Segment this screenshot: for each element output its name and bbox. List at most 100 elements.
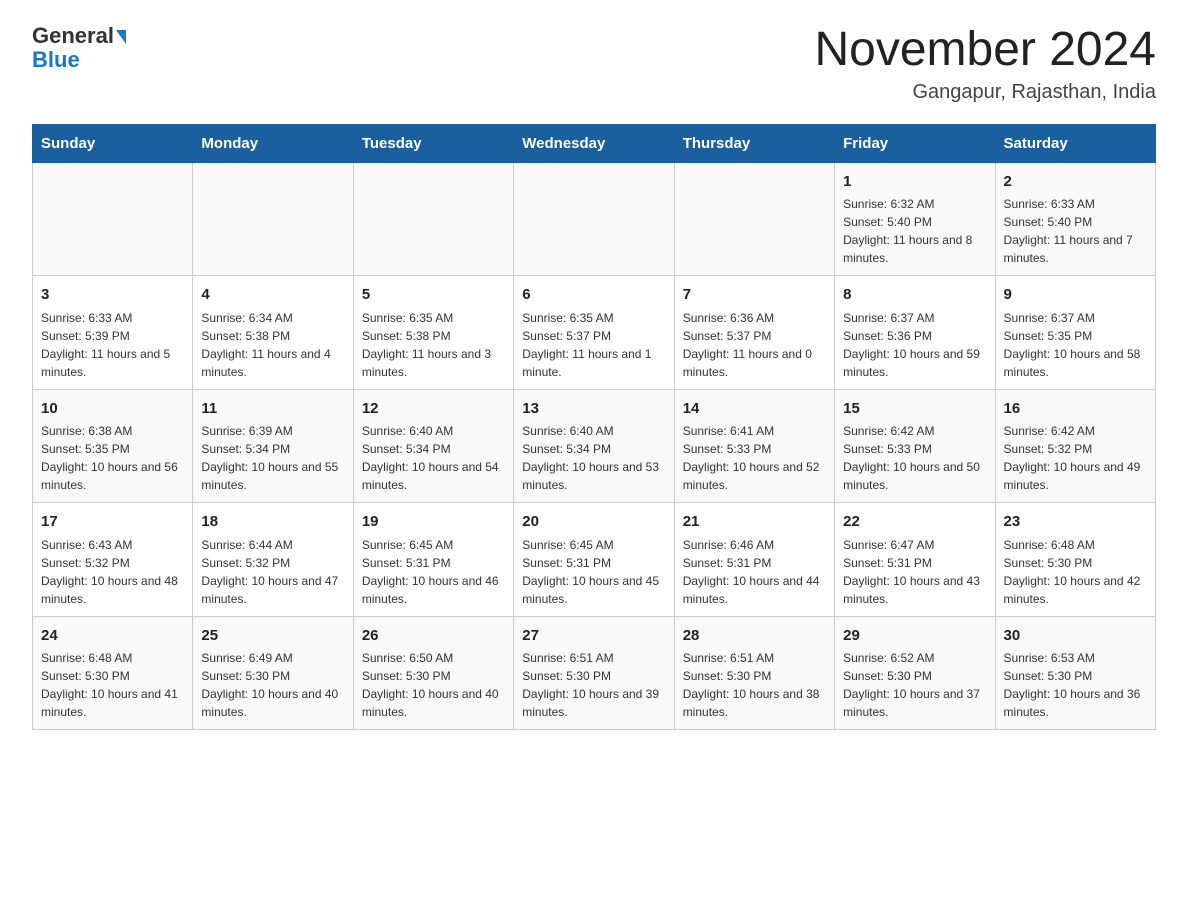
calendar-cell bbox=[674, 162, 834, 276]
calendar-cell: 22Sunrise: 6:47 AM Sunset: 5:31 PM Dayli… bbox=[835, 503, 995, 617]
page-header: General Blue November 2024 Gangapur, Raj… bbox=[32, 24, 1156, 104]
day-number: 30 bbox=[1004, 625, 1147, 648]
day-info: Sunrise: 6:44 AM Sunset: 5:32 PM Dayligh… bbox=[201, 536, 344, 608]
day-info: Sunrise: 6:50 AM Sunset: 5:30 PM Dayligh… bbox=[362, 649, 505, 721]
calendar-cell: 19Sunrise: 6:45 AM Sunset: 5:31 PM Dayli… bbox=[353, 503, 513, 617]
day-info: Sunrise: 6:48 AM Sunset: 5:30 PM Dayligh… bbox=[41, 649, 184, 721]
calendar-cell: 6Sunrise: 6:35 AM Sunset: 5:37 PM Daylig… bbox=[514, 276, 674, 390]
day-info: Sunrise: 6:32 AM Sunset: 5:40 PM Dayligh… bbox=[843, 195, 986, 267]
calendar-cell: 15Sunrise: 6:42 AM Sunset: 5:33 PM Dayli… bbox=[835, 389, 995, 503]
calendar-week-row: 17Sunrise: 6:43 AM Sunset: 5:32 PM Dayli… bbox=[33, 503, 1156, 617]
weekday-header-monday: Monday bbox=[193, 124, 353, 162]
day-info: Sunrise: 6:40 AM Sunset: 5:34 PM Dayligh… bbox=[362, 422, 505, 494]
day-number: 13 bbox=[522, 398, 665, 421]
day-info: Sunrise: 6:42 AM Sunset: 5:32 PM Dayligh… bbox=[1004, 422, 1147, 494]
weekday-header-sunday: Sunday bbox=[33, 124, 193, 162]
logo-text: General bbox=[32, 24, 126, 48]
calendar-week-row: 3Sunrise: 6:33 AM Sunset: 5:39 PM Daylig… bbox=[33, 276, 1156, 390]
day-info: Sunrise: 6:51 AM Sunset: 5:30 PM Dayligh… bbox=[683, 649, 826, 721]
day-info: Sunrise: 6:42 AM Sunset: 5:33 PM Dayligh… bbox=[843, 422, 986, 494]
weekday-header-row: SundayMondayTuesdayWednesdayThursdayFrid… bbox=[33, 124, 1156, 162]
calendar-cell: 20Sunrise: 6:45 AM Sunset: 5:31 PM Dayli… bbox=[514, 503, 674, 617]
weekday-header-wednesday: Wednesday bbox=[514, 124, 674, 162]
day-info: Sunrise: 6:33 AM Sunset: 5:39 PM Dayligh… bbox=[41, 309, 184, 381]
calendar-cell: 11Sunrise: 6:39 AM Sunset: 5:34 PM Dayli… bbox=[193, 389, 353, 503]
day-number: 23 bbox=[1004, 511, 1147, 534]
day-info: Sunrise: 6:37 AM Sunset: 5:35 PM Dayligh… bbox=[1004, 309, 1147, 381]
calendar-cell bbox=[33, 162, 193, 276]
day-number: 18 bbox=[201, 511, 344, 534]
subtitle: Gangapur, Rajasthan, India bbox=[814, 81, 1156, 104]
calendar-cell: 28Sunrise: 6:51 AM Sunset: 5:30 PM Dayli… bbox=[674, 616, 834, 730]
calendar-cell: 29Sunrise: 6:52 AM Sunset: 5:30 PM Dayli… bbox=[835, 616, 995, 730]
day-info: Sunrise: 6:46 AM Sunset: 5:31 PM Dayligh… bbox=[683, 536, 826, 608]
day-info: Sunrise: 6:49 AM Sunset: 5:30 PM Dayligh… bbox=[201, 649, 344, 721]
calendar-cell: 21Sunrise: 6:46 AM Sunset: 5:31 PM Dayli… bbox=[674, 503, 834, 617]
day-info: Sunrise: 6:39 AM Sunset: 5:34 PM Dayligh… bbox=[201, 422, 344, 494]
calendar-cell bbox=[514, 162, 674, 276]
day-number: 27 bbox=[522, 625, 665, 648]
day-info: Sunrise: 6:45 AM Sunset: 5:31 PM Dayligh… bbox=[522, 536, 665, 608]
calendar-cell: 14Sunrise: 6:41 AM Sunset: 5:33 PM Dayli… bbox=[674, 389, 834, 503]
calendar-cell: 9Sunrise: 6:37 AM Sunset: 5:35 PM Daylig… bbox=[995, 276, 1155, 390]
day-info: Sunrise: 6:41 AM Sunset: 5:33 PM Dayligh… bbox=[683, 422, 826, 494]
calendar-cell: 4Sunrise: 6:34 AM Sunset: 5:38 PM Daylig… bbox=[193, 276, 353, 390]
day-info: Sunrise: 6:47 AM Sunset: 5:31 PM Dayligh… bbox=[843, 536, 986, 608]
day-info: Sunrise: 6:35 AM Sunset: 5:38 PM Dayligh… bbox=[362, 309, 505, 381]
day-number: 28 bbox=[683, 625, 826, 648]
calendar-cell: 2Sunrise: 6:33 AM Sunset: 5:40 PM Daylig… bbox=[995, 162, 1155, 276]
day-info: Sunrise: 6:45 AM Sunset: 5:31 PM Dayligh… bbox=[362, 536, 505, 608]
weekday-header-saturday: Saturday bbox=[995, 124, 1155, 162]
day-number: 16 bbox=[1004, 398, 1147, 421]
day-info: Sunrise: 6:35 AM Sunset: 5:37 PM Dayligh… bbox=[522, 309, 665, 381]
day-number: 2 bbox=[1004, 171, 1147, 194]
day-number: 29 bbox=[843, 625, 986, 648]
day-info: Sunrise: 6:40 AM Sunset: 5:34 PM Dayligh… bbox=[522, 422, 665, 494]
day-number: 6 bbox=[522, 284, 665, 307]
day-info: Sunrise: 6:38 AM Sunset: 5:35 PM Dayligh… bbox=[41, 422, 184, 494]
day-info: Sunrise: 6:34 AM Sunset: 5:38 PM Dayligh… bbox=[201, 309, 344, 381]
weekday-header-thursday: Thursday bbox=[674, 124, 834, 162]
day-number: 26 bbox=[362, 625, 505, 648]
calendar-week-row: 10Sunrise: 6:38 AM Sunset: 5:35 PM Dayli… bbox=[33, 389, 1156, 503]
day-number: 9 bbox=[1004, 284, 1147, 307]
day-number: 11 bbox=[201, 398, 344, 421]
day-number: 22 bbox=[843, 511, 986, 534]
day-number: 20 bbox=[522, 511, 665, 534]
day-number: 5 bbox=[362, 284, 505, 307]
day-info: Sunrise: 6:37 AM Sunset: 5:36 PM Dayligh… bbox=[843, 309, 986, 381]
title-area: November 2024 Gangapur, Rajasthan, India bbox=[814, 24, 1156, 104]
calendar-cell: 16Sunrise: 6:42 AM Sunset: 5:32 PM Dayli… bbox=[995, 389, 1155, 503]
calendar-cell: 30Sunrise: 6:53 AM Sunset: 5:30 PM Dayli… bbox=[995, 616, 1155, 730]
calendar-table: SundayMondayTuesdayWednesdayThursdayFrid… bbox=[32, 124, 1156, 731]
day-number: 7 bbox=[683, 284, 826, 307]
day-info: Sunrise: 6:36 AM Sunset: 5:37 PM Dayligh… bbox=[683, 309, 826, 381]
day-info: Sunrise: 6:53 AM Sunset: 5:30 PM Dayligh… bbox=[1004, 649, 1147, 721]
day-number: 4 bbox=[201, 284, 344, 307]
day-info: Sunrise: 6:51 AM Sunset: 5:30 PM Dayligh… bbox=[522, 649, 665, 721]
day-number: 15 bbox=[843, 398, 986, 421]
calendar-cell: 3Sunrise: 6:33 AM Sunset: 5:39 PM Daylig… bbox=[33, 276, 193, 390]
day-number: 3 bbox=[41, 284, 184, 307]
logo-blue-text: Blue bbox=[32, 48, 80, 72]
calendar-cell: 13Sunrise: 6:40 AM Sunset: 5:34 PM Dayli… bbox=[514, 389, 674, 503]
calendar-cell bbox=[353, 162, 513, 276]
day-number: 19 bbox=[362, 511, 505, 534]
calendar-cell: 23Sunrise: 6:48 AM Sunset: 5:30 PM Dayli… bbox=[995, 503, 1155, 617]
calendar-cell: 12Sunrise: 6:40 AM Sunset: 5:34 PM Dayli… bbox=[353, 389, 513, 503]
day-info: Sunrise: 6:52 AM Sunset: 5:30 PM Dayligh… bbox=[843, 649, 986, 721]
day-info: Sunrise: 6:33 AM Sunset: 5:40 PM Dayligh… bbox=[1004, 195, 1147, 267]
day-number: 12 bbox=[362, 398, 505, 421]
logo-triangle-icon bbox=[116, 30, 126, 44]
calendar-cell: 25Sunrise: 6:49 AM Sunset: 5:30 PM Dayli… bbox=[193, 616, 353, 730]
weekday-header-friday: Friday bbox=[835, 124, 995, 162]
calendar-cell: 26Sunrise: 6:50 AM Sunset: 5:30 PM Dayli… bbox=[353, 616, 513, 730]
calendar-cell: 27Sunrise: 6:51 AM Sunset: 5:30 PM Dayli… bbox=[514, 616, 674, 730]
calendar-week-row: 24Sunrise: 6:48 AM Sunset: 5:30 PM Dayli… bbox=[33, 616, 1156, 730]
calendar-cell: 5Sunrise: 6:35 AM Sunset: 5:38 PM Daylig… bbox=[353, 276, 513, 390]
day-number: 25 bbox=[201, 625, 344, 648]
day-info: Sunrise: 6:48 AM Sunset: 5:30 PM Dayligh… bbox=[1004, 536, 1147, 608]
page-title: November 2024 bbox=[814, 24, 1156, 77]
calendar-week-row: 1Sunrise: 6:32 AM Sunset: 5:40 PM Daylig… bbox=[33, 162, 1156, 276]
weekday-header-tuesday: Tuesday bbox=[353, 124, 513, 162]
